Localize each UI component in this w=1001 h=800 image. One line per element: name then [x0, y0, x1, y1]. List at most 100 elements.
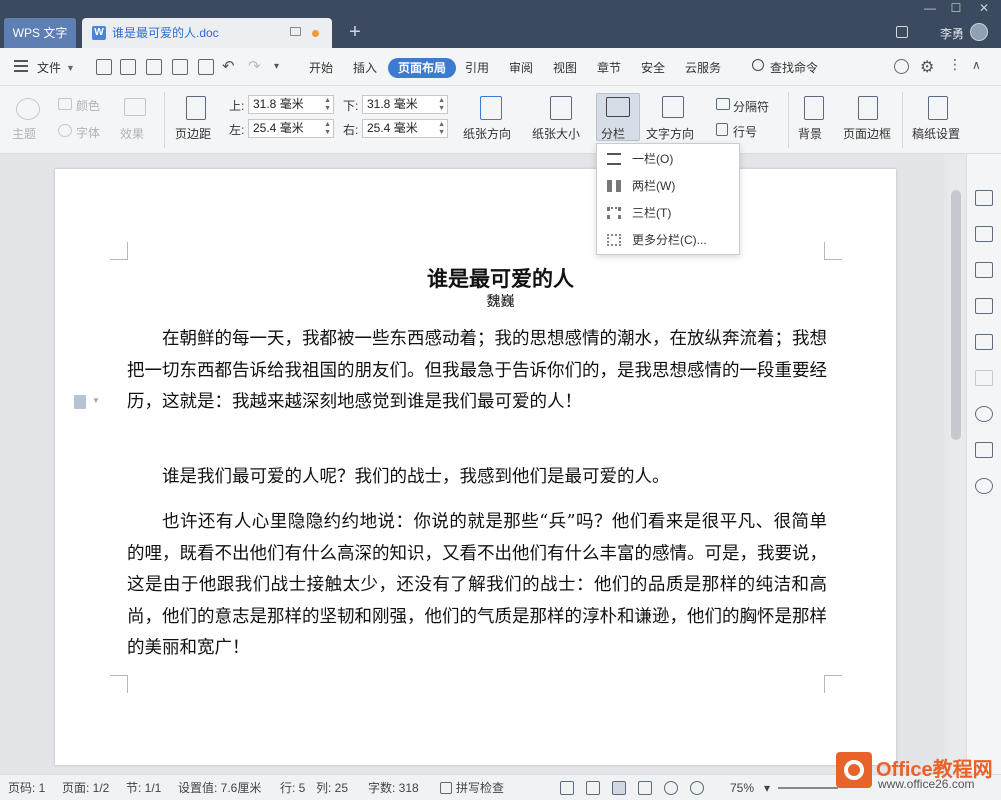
background-button[interactable]: 背景	[798, 125, 822, 142]
orientation-icon[interactable]	[480, 96, 502, 120]
columns-option-more[interactable]: 更多分栏(C)...	[597, 227, 739, 254]
right-margin-field[interactable]: 25.4 毫米 ▲ ▼	[362, 119, 448, 138]
new-tab-button[interactable]: +	[344, 18, 366, 48]
theme-icon[interactable]	[16, 98, 40, 120]
scrollbar-thumb[interactable]	[951, 190, 961, 440]
status-column[interactable]: 列: 25	[316, 775, 348, 800]
save-icon[interactable]	[120, 59, 136, 75]
document-tab[interactable]: W 谁是最可爱的人.doc	[82, 18, 332, 48]
font-icon[interactable]	[58, 124, 72, 137]
outline-icon[interactable]	[975, 334, 993, 350]
reading-view-icon[interactable]	[586, 781, 600, 795]
zoom-level[interactable]: 75%	[730, 775, 754, 800]
left-margin-field[interactable]: 25.4 毫米 ▲ ▼	[248, 119, 334, 138]
vertical-scrollbar[interactable]	[948, 160, 964, 774]
select-icon[interactable]	[975, 226, 993, 242]
columns-option-two[interactable]: 两栏(W)	[597, 173, 739, 200]
theme-button[interactable]: 主题	[12, 125, 36, 142]
status-page-number[interactable]: 页码: 1	[8, 775, 45, 800]
status-setting-value[interactable]: 设置值: 7.6厘米	[178, 775, 261, 800]
document-title[interactable]: 谁是最可爱的人	[0, 263, 1001, 293]
paragraph[interactable]: 在朝鲜的每一天，我都被一些东西感动着；我的思想感情的潮水，在放纵奔流着；我想把一…	[127, 324, 827, 419]
effect-button[interactable]: 效果	[120, 125, 144, 142]
menu-item-page-layout[interactable]: 页面布局	[388, 58, 456, 78]
spin-icon[interactable]: ▲ ▼	[438, 121, 445, 137]
orientation-button[interactable]: 纸张方向	[463, 125, 511, 142]
format-icon[interactable]	[975, 370, 993, 386]
spellcheck-button[interactable]: 拼写检查	[456, 775, 504, 800]
paper-size-button[interactable]: 纸张大小	[532, 125, 580, 142]
page-border-button[interactable]: 页面边框	[843, 125, 891, 142]
paragraph[interactable]: 也许还有人心里隐隐约约地说：你说的就是那些“兵”吗？他们看来是很平凡、很简单的哩…	[127, 507, 827, 665]
page-view-icon[interactable]	[612, 781, 626, 795]
bottom-margin-field[interactable]: 31.8 毫米 ▲ ▼	[362, 95, 448, 114]
app-tab[interactable]: WPS 文字	[4, 18, 76, 48]
menu-item-view[interactable]: 视图	[548, 58, 582, 78]
columns-button[interactable]: 分栏	[601, 125, 625, 142]
window-layout-icon[interactable]	[896, 26, 908, 38]
page-border-icon[interactable]	[858, 96, 878, 120]
gear-icon[interactable]: ⚙	[920, 57, 934, 77]
search-command[interactable]: 查找命令	[766, 58, 822, 78]
menu-item-chapter[interactable]: 章节	[592, 58, 626, 78]
translate-icon[interactable]	[975, 298, 993, 314]
background-icon[interactable]	[804, 96, 824, 120]
fullscreen-icon[interactable]	[560, 781, 574, 795]
print-icon[interactable]	[172, 59, 188, 75]
separator-button[interactable]: 分隔符	[733, 98, 769, 115]
avatar[interactable]	[970, 23, 988, 41]
spin-icon[interactable]: ▲ ▼	[438, 97, 445, 113]
export-pdf-icon[interactable]	[146, 59, 162, 75]
pen-icon[interactable]	[975, 190, 993, 206]
customize-dropdown-icon[interactable]: ▾	[274, 61, 279, 72]
paragraph-handle-icon[interactable]	[74, 395, 86, 409]
paragraph[interactable]: 谁是我们最可爱的人呢？我们的战士，我感到他们是最可爱的人。	[127, 462, 827, 494]
zoom-dropdown-icon[interactable]: ▾	[764, 775, 770, 800]
line-number-icon[interactable]	[716, 123, 728, 136]
eye-care-icon[interactable]	[690, 781, 704, 795]
close-button[interactable]: ✕	[972, 0, 996, 16]
text-direction-button[interactable]: 文字方向	[646, 125, 694, 142]
color-button[interactable]: 颜色	[76, 97, 100, 114]
share-icon[interactable]	[975, 478, 993, 494]
menu-item-start[interactable]: 开始	[304, 58, 338, 78]
undo-icon[interactable]: ↶	[222, 57, 235, 75]
status-row[interactable]: 行: 5	[280, 775, 305, 800]
document-info-icon[interactable]	[975, 442, 993, 458]
paper-size-icon[interactable]	[550, 96, 572, 120]
collapse-ribbon-icon[interactable]: ∧	[972, 58, 981, 72]
manuscript-icon[interactable]	[928, 96, 948, 120]
font-button[interactable]: 字体	[76, 124, 100, 141]
separator-icon[interactable]	[716, 98, 730, 110]
margins-button[interactable]: 页边距	[175, 125, 211, 142]
zoom-slider[interactable]	[778, 787, 838, 789]
status-word-count[interactable]: 字数: 318	[368, 775, 419, 800]
history-icon[interactable]	[975, 406, 993, 422]
outline-view-icon[interactable]	[638, 781, 652, 795]
text-direction-icon[interactable]	[662, 96, 684, 118]
menu-item-review[interactable]: 审阅	[504, 58, 538, 78]
manuscript-button[interactable]: 稿纸设置	[912, 125, 960, 142]
minimize-button[interactable]: —	[918, 0, 942, 16]
menu-item-security[interactable]: 安全	[636, 58, 670, 78]
menu-item-cloud[interactable]: 云服务	[680, 58, 726, 78]
spin-icon[interactable]: ▲ ▼	[324, 97, 331, 113]
redo-icon[interactable]: ↷	[248, 57, 261, 75]
columns-option-three[interactable]: 三栏(T)	[597, 200, 739, 227]
open-folder-icon[interactable]	[96, 59, 112, 75]
lock-icon[interactable]	[975, 262, 993, 278]
file-menu[interactable]: 文件	[34, 58, 64, 78]
document-author[interactable]: 魏巍	[0, 291, 1001, 311]
columns-option-one[interactable]: 一栏(O)	[597, 146, 739, 173]
chevron-down-icon[interactable]: ▼	[92, 396, 100, 405]
menu-item-insert[interactable]: 插入	[348, 58, 382, 78]
web-view-icon[interactable]	[664, 781, 678, 795]
spin-icon[interactable]: ▲ ▼	[324, 121, 331, 137]
columns-icon[interactable]	[606, 97, 630, 117]
status-pages[interactable]: 页面: 1/2	[62, 775, 109, 800]
spellcheck-icon[interactable]	[440, 782, 452, 794]
line-numbers-button[interactable]: 行号	[733, 123, 757, 140]
top-margin-field[interactable]: 31.8 毫米 ▲ ▼	[248, 95, 334, 114]
status-section[interactable]: 节: 1/1	[126, 775, 161, 800]
menu-item-reference[interactable]: 引用	[460, 58, 494, 78]
